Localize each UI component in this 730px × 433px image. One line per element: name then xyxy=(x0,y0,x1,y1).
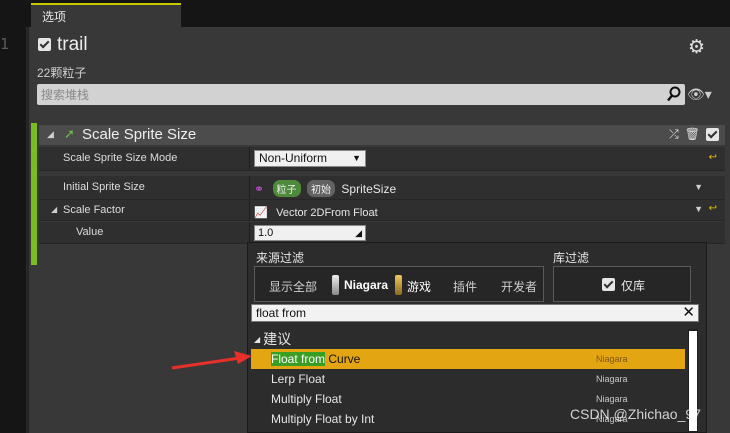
module-header-icons: ⤮ 🗑 xyxy=(669,127,719,141)
row-label: Scale Sprite Size Mode xyxy=(63,152,178,164)
shuffle-icon[interactable]: ⤮ xyxy=(669,127,679,141)
menu-item-lerp-float[interactable]: Lerp Float Niagara xyxy=(251,369,685,389)
dynamic-input-menu: 来源过滤 库过滤 显示全部 Niagara 游戏 插件 开发者 仅库 ✕ ◢建议… xyxy=(247,242,707,433)
chevron-down-icon[interactable]: ▼ xyxy=(694,204,703,214)
chevron-down-icon[interactable]: ▼ xyxy=(694,182,703,192)
menu-filter-box: ✕ xyxy=(251,304,699,322)
menu-item-label: Float from Curve xyxy=(271,352,360,366)
module-enabled-checkbox[interactable] xyxy=(706,127,719,141)
menu-item-label: Lerp Float xyxy=(271,372,326,386)
source-option-developer[interactable]: 开发者 xyxy=(501,278,537,295)
module-title: Scale Sprite Size xyxy=(82,126,197,143)
row-value: Value 1.0 xyxy=(39,222,725,244)
namespace-pill-particles: 粒子 xyxy=(272,180,301,197)
library-only-checkbox[interactable] xyxy=(602,278,615,291)
graph-edge-text: 1 xyxy=(0,35,10,53)
row-label: Scale Factor xyxy=(63,204,125,216)
menu-item-float-from-curve[interactable]: Float from Curve Niagara xyxy=(251,349,685,369)
tab-strip: 选项 xyxy=(0,0,730,27)
graph-edge: 1 xyxy=(0,27,27,433)
menu-item-label: Multiply Float xyxy=(271,392,342,406)
column-divider xyxy=(249,147,250,170)
search-icon[interactable] xyxy=(667,86,681,102)
niagara-editor: 选项 1 trail 22颗粒子 ⚙ 👁▾ ◢ ➚ Scale Sprite S… xyxy=(0,0,730,433)
row-scale-mode: Scale Sprite Size Mode Non-Uniform ↩ xyxy=(39,147,725,171)
stack-search-box xyxy=(37,84,685,105)
suggestions-section[interactable]: ◢ 建议 xyxy=(254,329,291,349)
row-initial-sprite-size: Initial Sprite Size ⚭ 粒子 初始 SpriteSize ▼ xyxy=(39,176,725,200)
row-value[interactable]: ⚭ 粒子 初始 SpriteSize xyxy=(254,180,396,198)
match-highlight: Float from xyxy=(271,352,326,366)
linked-value: SpriteSize xyxy=(341,182,397,196)
tab-options-label: 选项 xyxy=(42,10,67,24)
library-filter-label: 库过滤 xyxy=(553,251,590,265)
stack-search-input[interactable] xyxy=(41,85,661,104)
column-divider xyxy=(249,222,250,243)
particle-count: 22颗粒子 xyxy=(37,66,87,80)
row-value-cell: 1.0 xyxy=(254,225,366,241)
row-label: Value xyxy=(76,226,104,238)
source-option-plugin[interactable]: 插件 xyxy=(453,278,477,295)
row-scale-factor: Scale Factor ◢ 📈 Vector 2DFrom Float ▼ ↩ xyxy=(39,200,725,221)
dynamic-input-name: Vector 2DFrom Float xyxy=(276,207,378,219)
scale-mode-dropdown[interactable]: Non-Uniform xyxy=(254,150,366,167)
section-title: 建议 xyxy=(263,331,292,347)
dynamic-input-icon: 📈 xyxy=(254,207,268,219)
source-option-all[interactable]: 显示全部 xyxy=(269,278,317,295)
source-option-niagara[interactable]: Niagara xyxy=(344,278,388,292)
module-arrow-icon: ➚ xyxy=(64,126,75,141)
reset-arrow-icon[interactable]: ↩ xyxy=(709,203,717,214)
column-divider xyxy=(249,176,250,199)
clear-icon[interactable]: ✕ xyxy=(682,303,695,321)
niagara-color-swatch xyxy=(332,275,339,295)
library-only-label: 仅库 xyxy=(621,279,646,293)
module-accent-bar xyxy=(31,123,37,265)
menu-item-source: Niagara xyxy=(596,374,628,384)
collapse-triangle-icon[interactable]: ◢ xyxy=(47,129,54,140)
menu-item-source: Niagara xyxy=(596,394,628,404)
watermark: CSDN @Zhichao_97 xyxy=(570,406,701,422)
source-filter-label: 来源过滤 xyxy=(256,251,305,265)
gear-icon[interactable]: ⚙ xyxy=(688,37,712,59)
trash-icon[interactable]: 🗑 xyxy=(685,127,700,141)
menu-filter-input[interactable] xyxy=(256,305,676,321)
namespace-pill-initial: 初始 xyxy=(306,180,335,197)
menu-item-source: Niagara xyxy=(596,354,628,364)
menu-item-label: Multiply Float by Int xyxy=(271,412,375,426)
menu-item-label-rest: Curve xyxy=(325,352,361,366)
row-label: Initial Sprite Size xyxy=(63,181,145,193)
expand-triangle-icon[interactable]: ◢ xyxy=(51,205,57,214)
library-filter-box: 仅库 xyxy=(553,266,691,302)
eye-icon[interactable]: 👁▾ xyxy=(687,86,719,104)
tab-options[interactable]: 选项 xyxy=(31,3,181,27)
column-divider xyxy=(249,200,250,220)
source-filter-box: 显示全部 Niagara 游戏 插件 开发者 xyxy=(254,266,544,302)
module-header[interactable]: ◢ ➚ Scale Sprite Size ⤮ 🗑 xyxy=(39,125,725,145)
row-value[interactable]: 📈 Vector 2DFrom Float xyxy=(254,203,378,221)
game-color-swatch xyxy=(395,275,402,295)
row-value: Non-Uniform xyxy=(254,150,366,167)
emitter-name: trail xyxy=(57,34,88,55)
link-icon: ⚭ xyxy=(254,182,265,196)
emitter-enabled-checkbox[interactable] xyxy=(38,38,51,51)
annotation-arrow xyxy=(171,351,252,370)
value-field[interactable]: 1.0 xyxy=(254,225,366,241)
reset-arrow-icon[interactable]: ↩ xyxy=(709,152,717,163)
source-option-game[interactable]: 游戏 xyxy=(407,278,431,295)
section-triangle-icon: ◢ xyxy=(254,335,261,344)
